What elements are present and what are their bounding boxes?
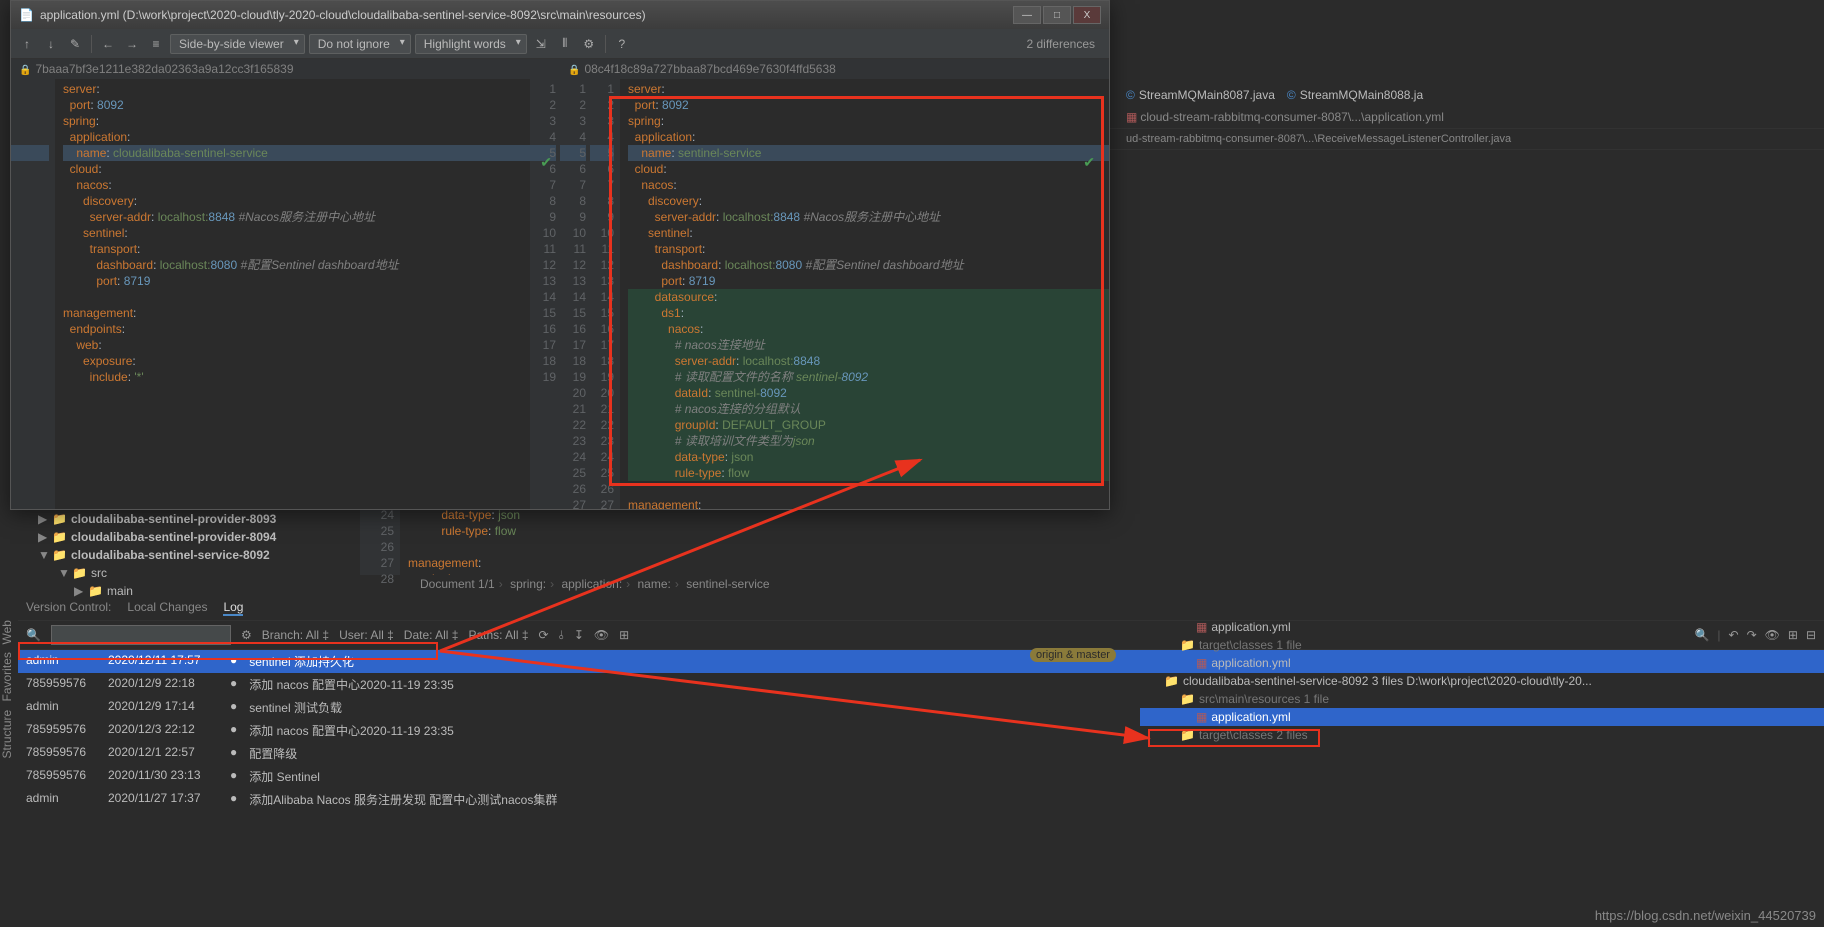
help-icon[interactable]: ?: [612, 34, 632, 54]
changed-file-row[interactable]: ▦ application.yml: [1140, 654, 1824, 672]
yaml-icon: ▦: [1196, 656, 1207, 670]
tab-local-changes[interactable]: Local Changes: [127, 600, 207, 616]
changed-file-row[interactable]: ▦ application.yml: [1140, 618, 1824, 636]
lock-icon: [568, 62, 580, 76]
gear-icon[interactable]: ⚙: [241, 628, 252, 642]
maximize-button[interactable]: □: [1043, 6, 1071, 24]
refresh-icon[interactable]: ⟳: [539, 628, 549, 642]
java-icon: ©: [1126, 88, 1135, 102]
folder-icon: 📁: [1180, 692, 1195, 706]
ignore-select[interactable]: Do not ignore: [309, 34, 411, 54]
tab-streammq8088[interactable]: ©StreamMQMain8088.ja: [1287, 88, 1423, 102]
highlight-select[interactable]: Highlight words: [415, 34, 527, 54]
java-icon: ©: [1287, 88, 1296, 102]
commit-row[interactable]: 7859595762020/11/30 23:13●添加 Sentinel: [18, 765, 1824, 788]
right-hash: 08c4f18c89a727bbaa87bcd469e7630f4ffd5638: [584, 62, 835, 76]
changed-file-row[interactable]: 📁 cloudalibaba-sentinel-service-8092 3 f…: [1140, 672, 1824, 690]
tab-log[interactable]: Log: [223, 600, 243, 616]
forward-icon[interactable]: →: [122, 34, 142, 54]
commit-row[interactable]: 7859595762020/12/1 22:57●配置降级: [18, 742, 1824, 765]
window-title: application.yml (D:\work\project\2020-cl…: [40, 8, 1013, 22]
yaml-icon: ▦: [1196, 710, 1207, 724]
background-editor[interactable]: 2425262728 data-type: json rule-type: fl…: [360, 505, 1120, 575]
checkmark-icon: ✔: [1083, 154, 1095, 170]
lock-icon: [19, 62, 31, 76]
close-button[interactable]: X: [1073, 6, 1101, 24]
diff-toolbar: ↑ ↓ ✎ ← → ≡ Side-by-side viewer Do not i…: [11, 29, 1109, 59]
eye-icon[interactable]: 👁: [594, 628, 609, 642]
yaml-icon: ▦: [1126, 110, 1137, 124]
tab-favorites[interactable]: Favorites: [0, 652, 14, 701]
settings-icon[interactable]: ⚙: [579, 34, 599, 54]
search-icon[interactable]: 🔍: [26, 628, 41, 642]
next-diff-icon[interactable]: ↓: [41, 34, 61, 54]
tab-path-2[interactable]: ud-stream-rabbitmq-consumer-8087\...\Rec…: [1110, 129, 1824, 150]
right-editor-tabs: ©StreamMQMain8087.java ©StreamMQMain8088…: [1110, 84, 1824, 150]
changed-file-row[interactable]: ▦ application.yml: [1140, 708, 1824, 726]
diff-count-label: 2 differences: [1027, 37, 1104, 51]
back-icon[interactable]: ←: [98, 34, 118, 54]
prev-diff-icon[interactable]: ↑: [17, 34, 37, 54]
sync-scroll-icon[interactable]: ⫴: [555, 34, 575, 54]
watermark: https://blog.csdn.net/weixin_44520739: [1595, 908, 1816, 923]
changed-file-row[interactable]: 📁 src\main\resources 1 file: [1140, 690, 1824, 708]
file-icon: 📄: [19, 8, 34, 22]
minimize-button[interactable]: —: [1013, 6, 1041, 24]
checkmark-icon: ✔: [540, 154, 552, 170]
changed-file-row[interactable]: 📁 target\classes 1 file: [1140, 636, 1824, 654]
list-icon[interactable]: ≡: [146, 34, 166, 54]
tab-structure[interactable]: Structure: [0, 710, 14, 759]
viewer-mode-select[interactable]: Side-by-side viewer: [170, 34, 305, 54]
paths-filter[interactable]: Paths: All ‡: [468, 628, 528, 642]
collapse-icon[interactable]: ⇲: [531, 34, 551, 54]
branch-tag[interactable]: origin & master: [1030, 648, 1116, 662]
tab-path-1[interactable]: ▦ cloud-stream-rabbitmq-consumer-8087\..…: [1110, 106, 1824, 129]
changed-files-tree[interactable]: ▦ application.yml📁 target\classes 1 file…: [1140, 618, 1824, 744]
right-pane[interactable]: 1234567891011121314151617181920212223242…: [560, 79, 1109, 509]
vcs-tab-label: Version Control:: [26, 600, 111, 616]
user-filter[interactable]: User: All ‡: [339, 628, 394, 642]
folder-icon: 📁: [1180, 728, 1195, 742]
left-hash: 7baaa7bf3e1211e382da02363a9a12cc3f165839: [35, 62, 293, 76]
commit-row[interactable]: admin2020/11/27 17:37●添加Alibaba Nacos 服务…: [18, 788, 1824, 811]
changed-file-row[interactable]: 📁 target\classes 2 files: [1140, 726, 1824, 744]
branch-filter[interactable]: Branch: All ‡: [262, 628, 329, 642]
yaml-icon: ▦: [1196, 620, 1207, 634]
left-pane[interactable]: server: port: 8092spring: application: n…: [11, 79, 560, 509]
folder-icon: 📁: [1164, 674, 1179, 688]
window-titlebar[interactable]: 📄 application.yml (D:\work\project\2020-…: [11, 1, 1109, 29]
tab-web[interactable]: Web: [0, 620, 14, 644]
more-icon[interactable]: ⊞: [619, 628, 629, 642]
goto-icon[interactable]: ↧: [574, 628, 584, 642]
log-search-input[interactable]: [51, 625, 231, 645]
date-filter[interactable]: Date: All ‡: [404, 628, 459, 642]
side-tool-tabs[interactable]: Structure Favorites Web: [0, 620, 14, 759]
project-tree[interactable]: ▶📁cloudalibaba-sentinel-provider-8093 ▶📁…: [18, 510, 348, 600]
folder-icon: 📁: [1180, 638, 1195, 652]
diff-viewer-window: 📄 application.yml (D:\work\project\2020-…: [10, 0, 1110, 510]
revision-hashes: 7baaa7bf3e1211e382da02363a9a12cc3f165839…: [11, 59, 1109, 79]
cherry-pick-icon[interactable]: ⫰: [559, 628, 564, 643]
tab-streammq8087[interactable]: ©StreamMQMain8087.java: [1126, 88, 1275, 102]
editor-breadcrumb[interactable]: Document 1/1› spring:› application:› nam…: [420, 577, 770, 591]
edit-icon[interactable]: ✎: [65, 34, 85, 54]
